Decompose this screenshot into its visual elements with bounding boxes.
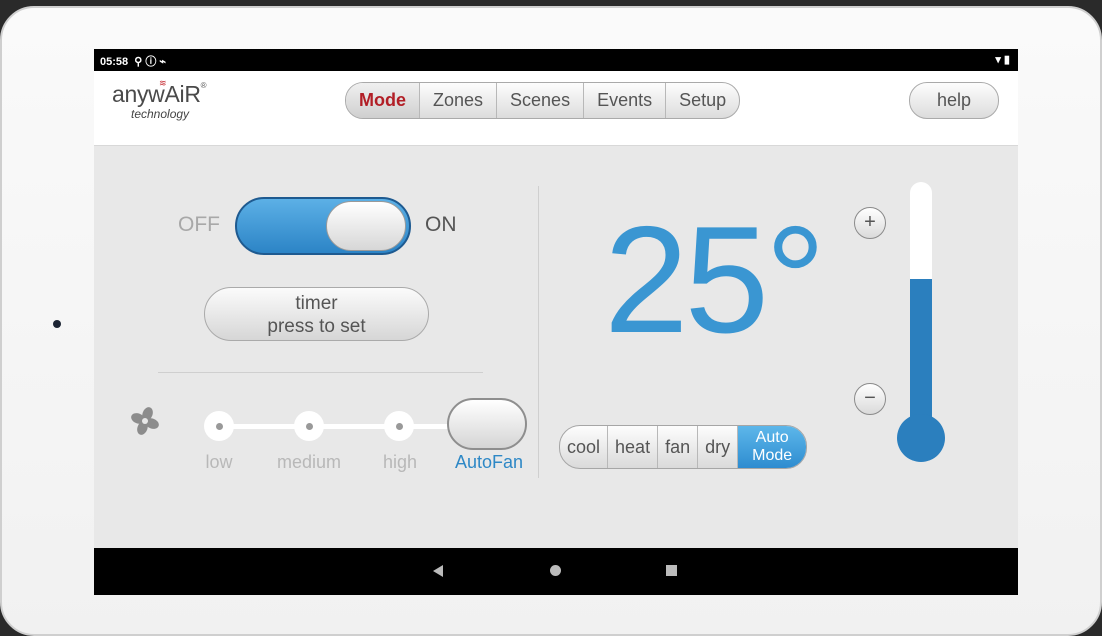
tab-events[interactable]: Events: [583, 83, 665, 118]
timer-label: timer: [295, 293, 338, 314]
fan-speed-low-stop[interactable]: [204, 411, 234, 441]
tab-mode[interactable]: Mode: [346, 83, 419, 118]
mode-fan-button[interactable]: fan: [657, 426, 697, 468]
tab-zones[interactable]: Zones: [419, 83, 496, 118]
status-icons-right: ▾ ▮: [995, 54, 1010, 66]
android-nav-bar: [94, 548, 1018, 595]
timer-button[interactable]: timer press to set: [204, 287, 429, 341]
thermometer-bulb: [897, 414, 945, 462]
section-divider: [158, 372, 483, 373]
mode-auto-label-line2: Mode: [752, 447, 793, 464]
thermometer-fill: [910, 278, 932, 436]
home-icon[interactable]: [550, 565, 561, 576]
power-off-label: OFF: [178, 213, 220, 236]
mode-dry-button[interactable]: dry: [697, 426, 737, 468]
brand-logo: ≋ anywAiR® technology: [112, 78, 207, 121]
power-on-label: ON: [425, 213, 457, 236]
power-toggle[interactable]: [235, 197, 411, 255]
timer-sublabel: press to set: [267, 316, 366, 337]
logo-subtitle: technology: [131, 107, 190, 121]
mode-selector: cool heat fan dry Auto Mode: [559, 425, 808, 469]
fan-speed-track[interactable]: [206, 424, 466, 429]
wifi-icon: ≋: [159, 78, 167, 88]
app-header: ≋ anywAiR® technology Mode Zones Scenes …: [94, 71, 1018, 146]
logo-word: anywAiR: [112, 81, 201, 107]
fan-label-medium: medium: [276, 452, 342, 472]
logo-registered: ®: [200, 81, 207, 90]
mode-heat-button[interactable]: heat: [607, 426, 657, 468]
fan-speed-knob[interactable]: [447, 398, 527, 450]
mode-panel: OFF ON timer press to set low medium hig…: [94, 146, 1018, 548]
temperature-display: 25°: [604, 195, 826, 365]
nav-tabs: Mode Zones Scenes Events Setup: [345, 82, 741, 119]
thermometer-slider[interactable]: [910, 182, 932, 436]
help-button[interactable]: help: [909, 82, 999, 119]
status-time: 05:58: [100, 56, 129, 68]
power-toggle-knob[interactable]: [326, 201, 406, 251]
temp-increase-button[interactable]: +: [854, 207, 886, 239]
mode-cool-button[interactable]: cool: [560, 426, 607, 468]
fan-label-high: high: [382, 452, 418, 472]
fan-label-low: low: [205, 452, 233, 472]
mode-auto-label-line1: Auto: [755, 429, 789, 446]
tab-setup[interactable]: Setup: [665, 83, 739, 118]
tab-scenes[interactable]: Scenes: [496, 83, 583, 118]
mode-auto-button[interactable]: Auto Mode: [737, 426, 807, 468]
column-divider: [538, 186, 539, 478]
status-bar: 05:58 ⚲ ⓘ ⌁ ▾ ▮: [94, 49, 1018, 71]
fan-label-autofan: AutoFan: [454, 452, 524, 472]
screen: 05:58 ⚲ ⓘ ⌁ ▾ ▮ ≋ anywAiR® technology Mo…: [94, 49, 1018, 595]
temp-decrease-button[interactable]: −: [854, 383, 886, 415]
status-icons-left: ⚲ ⓘ ⌁: [134, 56, 167, 68]
camera-lens: [53, 320, 61, 328]
recents-icon[interactable]: [666, 565, 677, 576]
fan-icon: [130, 406, 160, 441]
fan-speed-high-stop[interactable]: [384, 411, 414, 441]
fan-speed-medium-stop[interactable]: [294, 411, 324, 441]
back-icon[interactable]: [433, 565, 443, 577]
